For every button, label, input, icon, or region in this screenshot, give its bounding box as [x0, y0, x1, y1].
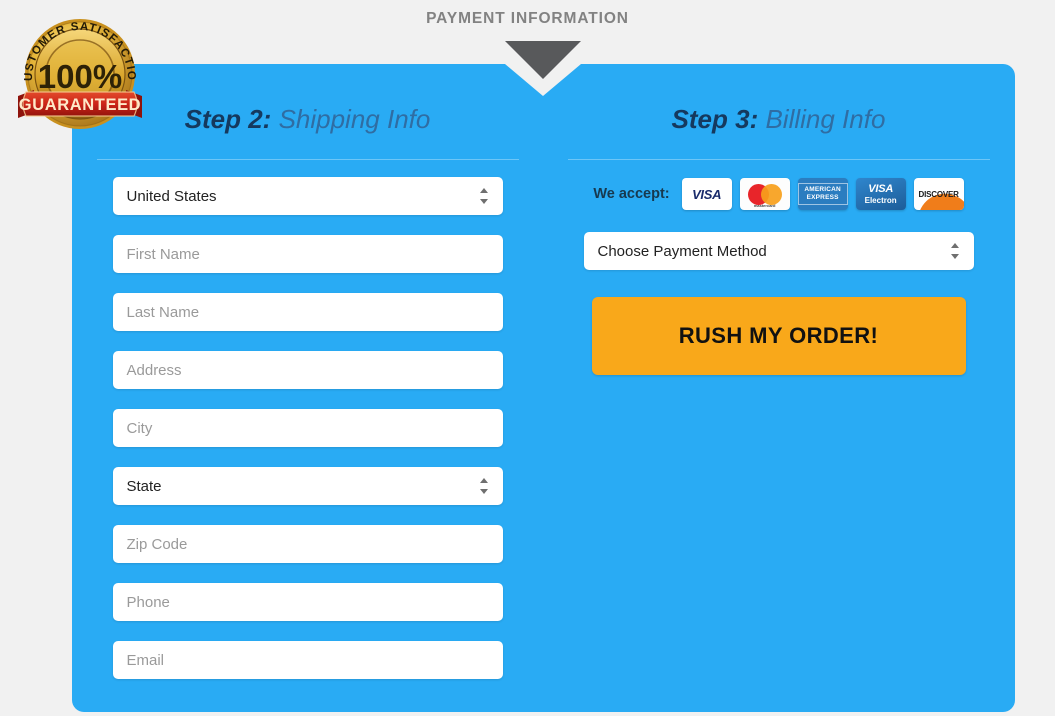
visa-electron-bottom: Electron: [864, 195, 897, 205]
shipping-fields: United States First Name Last Name Addre…: [112, 177, 503, 679]
last-name-placeholder: Last Name: [126, 303, 200, 321]
payment-method-select[interactable]: Choose Payment Method: [583, 232, 974, 270]
badge-ribbon: GUARANTEED: [18, 90, 142, 118]
we-accept-label: We accept:: [593, 186, 670, 202]
rush-my-order-button[interactable]: RUSH MY ORDER!: [591, 297, 966, 375]
select-stepper-icon[interactable]: [479, 187, 489, 205]
payment-method-wrapper: Choose Payment Method: [583, 232, 974, 270]
billing-step-title: Billing Info: [765, 104, 886, 134]
first-name-input[interactable]: First Name: [112, 235, 503, 273]
billing-heading: Step 3: Billing Info: [543, 64, 1014, 135]
last-name-input[interactable]: Last Name: [112, 293, 503, 331]
visa-card-label: VISA: [692, 186, 722, 202]
city-placeholder: City: [126, 419, 153, 437]
phone-input[interactable]: Phone: [112, 583, 503, 621]
state-select[interactable]: State: [112, 467, 503, 505]
select-stepper-icon[interactable]: [479, 477, 489, 495]
email-input[interactable]: Email: [112, 641, 503, 679]
select-stepper-icon[interactable]: [950, 242, 960, 260]
billing-column: Step 3: Billing Info We accept: VISA mas…: [543, 64, 1014, 699]
city-input[interactable]: City: [112, 409, 503, 447]
phone-placeholder: Phone: [126, 593, 170, 611]
billing-step-label: Step 3:: [671, 104, 759, 134]
first-name-placeholder: First Name: [126, 245, 200, 263]
address-placeholder: Address: [126, 361, 182, 379]
badge-center-text: 100%: [38, 58, 122, 95]
amex-card-label: AMERICAN EXPRESS: [797, 183, 848, 205]
zip-code-input[interactable]: Zip Code: [112, 525, 503, 563]
billing-divider: [567, 159, 990, 160]
country-select[interactable]: United States: [112, 177, 503, 215]
payment-method-value: Choose Payment Method: [597, 242, 767, 260]
discover-card-icon: DISCOVER: [913, 178, 964, 210]
shipping-step-title: Shipping Info: [278, 104, 431, 134]
visa-electron-top: VISA: [868, 182, 894, 195]
accepted-cards-row: We accept: VISA mastercard AMERICAN EXPR…: [543, 178, 1014, 210]
zip-code-placeholder: Zip Code: [126, 535, 188, 553]
triangle-down-icon: [505, 41, 581, 79]
address-input[interactable]: Address: [112, 351, 503, 389]
shipping-step-label: Step 2:: [184, 104, 272, 134]
badge-ribbon-text: GUARANTEED: [19, 96, 141, 114]
satisfaction-guarantee-badge: CUSTOMER SATISFACTION 100% GUARANTEED: [9, 3, 144, 130]
discover-card-label: DISCOVER: [918, 189, 959, 199]
amex-card-icon: AMERICAN EXPRESS: [797, 178, 848, 210]
mastercard-card-label: mastercard: [753, 203, 776, 208]
country-select-value: United States: [126, 187, 217, 205]
shipping-column: Step 2: Shipping Info United States Firs…: [72, 64, 543, 699]
shipping-divider: [96, 159, 519, 160]
mastercard-card-icon: mastercard: [739, 178, 790, 210]
visa-card-icon: VISA: [681, 178, 732, 210]
card-logos: VISA mastercard AMERICAN EXPRESS VISA El…: [681, 178, 964, 210]
email-placeholder: Email: [126, 651, 165, 669]
form-columns: Step 2: Shipping Info United States Firs…: [72, 64, 1015, 699]
state-select-value: State: [126, 477, 162, 495]
payment-panel: Step 2: Shipping Info United States Firs…: [72, 64, 1015, 712]
visa-electron-card-icon: VISA Electron: [855, 178, 906, 210]
page-title: PAYMENT INFORMATION: [426, 10, 629, 27]
